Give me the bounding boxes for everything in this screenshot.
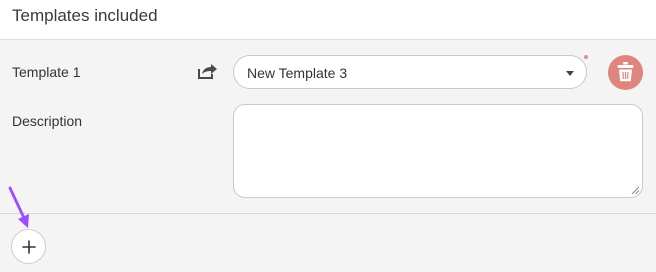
description-textarea[interactable] (233, 104, 643, 198)
plus-icon (22, 240, 36, 254)
caret-down-icon (566, 71, 574, 76)
templates-included-section: Templates included Template 1 New Templa… (0, 0, 656, 272)
trash-icon (617, 62, 634, 82)
section-footer (0, 213, 656, 272)
template-select-value: New Template 3 (247, 65, 348, 81)
annotation-arrow-icon (8, 186, 29, 228)
resize-handle-icon[interactable] (631, 186, 639, 194)
share-icon[interactable] (196, 62, 218, 80)
section-header: Templates included (0, 0, 656, 40)
delete-template-button[interactable] (608, 55, 643, 90)
add-template-button[interactable] (11, 229, 46, 264)
section-title: Templates included (12, 6, 158, 25)
required-indicator (584, 55, 588, 59)
template-select[interactable]: New Template 3 (233, 55, 587, 89)
template-label: Template 1 (12, 64, 81, 80)
description-label: Description (12, 113, 83, 129)
